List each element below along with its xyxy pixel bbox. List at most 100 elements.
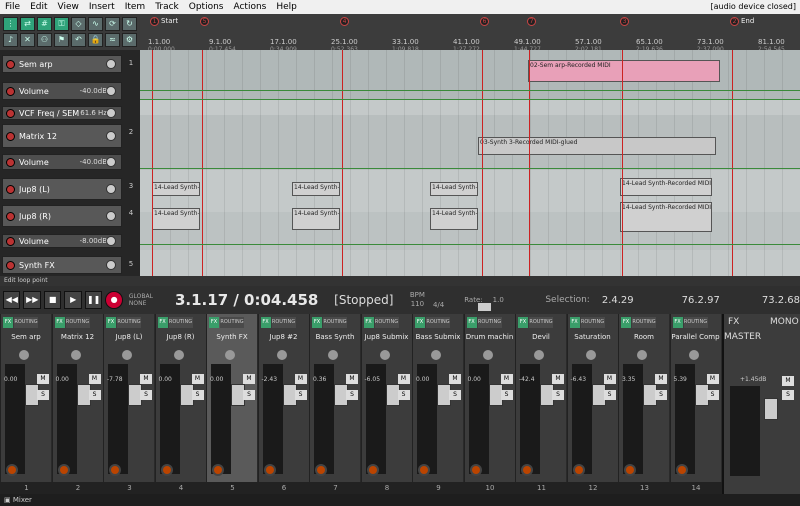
fx-button[interactable]: FX bbox=[54, 316, 65, 328]
track-row-3[interactable]: VCF Freq / SEM V61.6 Hz bbox=[2, 106, 122, 120]
mixer-strip-1[interactable]: FX ROUTING Sem arp 0.00 M S 1 bbox=[0, 314, 52, 494]
fx-button[interactable]: FX bbox=[466, 316, 477, 328]
mute-button[interactable]: M bbox=[243, 374, 255, 384]
routing-button[interactable]: ROUTING bbox=[117, 316, 141, 328]
menu-item-help[interactable]: Help bbox=[271, 0, 302, 14]
mute-button[interactable]: M bbox=[655, 374, 667, 384]
envelope-lock-icon[interactable]: ≈ bbox=[105, 33, 120, 47]
envelope-icon[interactable]: ∿ bbox=[88, 17, 103, 31]
mute-button[interactable]: M bbox=[603, 374, 616, 384]
pan-knob[interactable] bbox=[328, 350, 338, 360]
fx-button[interactable]: FX bbox=[260, 316, 271, 328]
marker-5[interactable]: 5 bbox=[200, 16, 211, 26]
envelope-line[interactable] bbox=[140, 168, 800, 169]
ripple-icon[interactable]: ⇄ bbox=[20, 17, 35, 31]
mute-button[interactable]: M bbox=[88, 374, 101, 384]
fx-button[interactable]: FX bbox=[518, 316, 528, 328]
solo-button[interactable]: S bbox=[294, 390, 307, 400]
record-arm-icon[interactable] bbox=[6, 184, 15, 194]
pan-knob[interactable] bbox=[173, 350, 184, 360]
media-item[interactable]: 14-Lead Synth- bbox=[292, 182, 340, 196]
menu-item-track[interactable]: Track bbox=[150, 0, 184, 14]
track-row-5[interactable]: Volume -40.0dB bbox=[2, 154, 122, 170]
record-arm-button[interactable] bbox=[521, 464, 533, 476]
mute-button[interactable]: M bbox=[346, 374, 358, 384]
track-row-8[interactable]: Volume -8.00dB bbox=[2, 234, 122, 248]
mixer-strip-7[interactable]: FX ROUTING Bass Synth 0.36 M S 7 bbox=[309, 314, 361, 494]
routing-button[interactable]: ROUTING bbox=[477, 316, 502, 328]
time-signature[interactable]: 4/4 bbox=[433, 301, 444, 309]
settings-icon[interactable]: ⚙ bbox=[122, 33, 137, 47]
track-row-2[interactable]: Volume -40.0dB bbox=[2, 82, 122, 100]
solo-button[interactable]: S bbox=[37, 390, 49, 400]
metronome-icon[interactable]: ♪ bbox=[3, 33, 18, 47]
envelope-icon[interactable] bbox=[6, 236, 15, 246]
routing-button[interactable]: ROUTING bbox=[271, 316, 296, 328]
envelope-icon[interactable] bbox=[6, 108, 15, 118]
go-end-button[interactable]: ▶▶ bbox=[23, 291, 41, 309]
media-item[interactable]: 14-Lead Synth-Recorded MIDI-... bbox=[620, 202, 712, 232]
record-arm-button[interactable] bbox=[263, 464, 276, 476]
media-item[interactable]: 03-Synth 3-Recorded MIDI-glued bbox=[478, 137, 716, 155]
fx-button[interactable]: FX bbox=[569, 316, 580, 328]
record-arm-button[interactable] bbox=[675, 464, 688, 476]
pan-knob[interactable] bbox=[534, 350, 544, 360]
menu-item-insert[interactable]: Insert bbox=[84, 0, 120, 14]
record-arm-button[interactable] bbox=[418, 464, 430, 476]
fx-button[interactable]: FX bbox=[157, 316, 168, 328]
solo-button[interactable]: S bbox=[552, 390, 564, 400]
envelope-line[interactable] bbox=[140, 244, 800, 245]
track-knob[interactable] bbox=[106, 157, 116, 167]
media-item[interactable]: 14-Lead Synth- bbox=[292, 208, 340, 230]
record-arm-button[interactable] bbox=[315, 464, 327, 476]
routing-button[interactable]: ROUTING bbox=[529, 316, 553, 328]
media-item[interactable]: 14-Lead Synth- bbox=[430, 182, 478, 196]
play-button[interactable]: ▶ bbox=[64, 291, 82, 309]
solo-button[interactable]: S bbox=[706, 390, 719, 400]
track-knob[interactable] bbox=[106, 59, 116, 69]
menu-item-view[interactable]: View bbox=[53, 0, 84, 14]
solo-button[interactable]: S bbox=[397, 390, 410, 400]
routing-button[interactable]: ROUTING bbox=[580, 316, 605, 328]
mute-button[interactable]: M bbox=[140, 374, 152, 384]
mixer-strip-6[interactable]: FX ROUTING Jup8 #2 -2.43 M S 6 bbox=[257, 314, 310, 494]
menu-item-file[interactable]: File bbox=[0, 0, 25, 14]
record-arm-icon[interactable] bbox=[6, 260, 15, 270]
routing-button[interactable]: ROUTING bbox=[220, 316, 244, 328]
solo-button[interactable]: S bbox=[243, 390, 255, 400]
record-arm-button[interactable] bbox=[109, 464, 121, 476]
stop-button[interactable]: ■ bbox=[43, 291, 62, 309]
selection-length[interactable]: 73.2.68 bbox=[762, 295, 800, 306]
rate-value[interactable]: 1.0 bbox=[493, 296, 504, 304]
lock-icon[interactable]: ⚿ bbox=[54, 17, 69, 31]
pan-knob[interactable] bbox=[637, 350, 647, 360]
pan-knob[interactable] bbox=[585, 350, 596, 360]
mixer-tab-icon[interactable]: ▣ bbox=[4, 496, 13, 504]
mute-button[interactable]: M bbox=[191, 374, 204, 384]
timeline-ruler[interactable]: 1Start546732End1.1.000:00.0009.1.000:17.… bbox=[140, 14, 800, 53]
mixer-strip-14[interactable]: FX ROUTING Parallel Comp 5.39 M S 14 bbox=[669, 314, 722, 494]
mixer-tab[interactable]: Mixer bbox=[13, 496, 32, 504]
record-arm-button[interactable] bbox=[572, 464, 585, 476]
media-item[interactable]: 14-Lead Synth- bbox=[152, 182, 200, 196]
solo-button[interactable]: S bbox=[655, 390, 667, 400]
envelope-icon[interactable] bbox=[6, 86, 15, 96]
bpm-display[interactable]: BPM 110 bbox=[410, 291, 425, 309]
mute-button[interactable]: M bbox=[294, 374, 307, 384]
record-arm-button[interactable] bbox=[366, 464, 379, 476]
pan-knob[interactable] bbox=[431, 350, 441, 360]
master-strip[interactable]: MONO FX MASTER +1.45dB M S bbox=[722, 314, 800, 494]
fx-button[interactable]: FX bbox=[312, 316, 322, 328]
pan-knob[interactable] bbox=[225, 350, 235, 360]
routing-button[interactable]: ROUTING bbox=[168, 316, 193, 328]
routing-button[interactable]: ROUTING bbox=[426, 316, 450, 328]
solo-button[interactable]: S bbox=[500, 390, 513, 400]
auto-crossfade-icon[interactable]: ✕ bbox=[20, 33, 35, 47]
mute-button[interactable]: M bbox=[552, 374, 564, 384]
track-knob[interactable] bbox=[106, 86, 116, 96]
marker-3[interactable]: 3 bbox=[620, 16, 631, 26]
record-arm-icon[interactable] bbox=[6, 59, 15, 69]
grid-icon[interactable]: # bbox=[37, 17, 52, 31]
mixer-strip-4[interactable]: FX ROUTING Jup8 (R) 0.00 M S 4 bbox=[154, 314, 207, 494]
track-row-9[interactable]: Synth FX bbox=[2, 256, 122, 274]
